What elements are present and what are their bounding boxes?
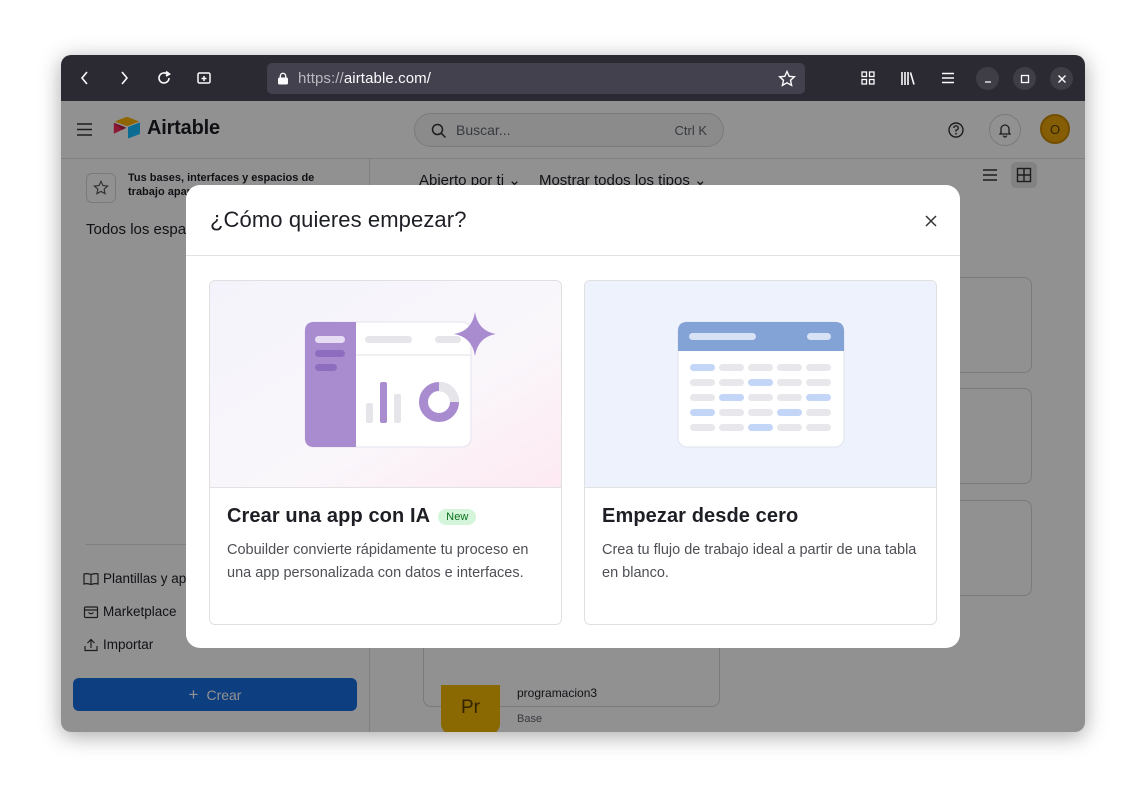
url-text: https://airtable.com/	[298, 70, 431, 87]
ai-app-illustration	[210, 281, 561, 488]
maximize-icon[interactable]	[1013, 67, 1036, 90]
option-divider	[210, 487, 561, 488]
option-title: Empezar desde cero	[602, 505, 799, 527]
close-icon[interactable]	[922, 212, 940, 230]
option-create-ai-app[interactable]: Crear una app con IA New Cobuilder convie…	[209, 280, 562, 625]
option-start-from-scratch[interactable]: Empezar desde cero Crea tu flujo de trab…	[584, 280, 937, 625]
option-title: Crear una app con IA New	[227, 505, 477, 528]
minimize-icon[interactable]	[976, 67, 999, 90]
blank-table-illustration	[585, 281, 936, 488]
browser-window: https://airtable.com/ Airtable Buscar...…	[61, 55, 1085, 732]
option-description: Crea tu flujo de trabajo ideal a partir …	[602, 542, 917, 581]
browser-toolbar: https://airtable.com/	[61, 55, 1085, 101]
menu-icon[interactable]	[936, 67, 960, 89]
bookmark-star-icon[interactable]	[778, 70, 796, 88]
airtable-app: Airtable Buscar... Ctrl K O Tus bases, i…	[61, 101, 1085, 732]
close-window-icon[interactable]	[1050, 67, 1073, 90]
option-description: Cobuilder convierte rápidamente tu proce…	[227, 542, 529, 581]
url-bar[interactable]: https://airtable.com/	[267, 63, 805, 94]
new-tab-icon[interactable]	[192, 67, 216, 89]
extensions-icon[interactable]	[856, 67, 880, 89]
option-divider	[585, 487, 936, 488]
reload-icon[interactable]	[152, 67, 176, 89]
new-badge: New	[438, 508, 477, 525]
modal-title: ¿Cómo quieres empezar?	[210, 207, 467, 232]
library-icon[interactable]	[896, 67, 920, 89]
lock-icon	[278, 72, 288, 85]
back-icon[interactable]	[73, 67, 97, 89]
forward-icon[interactable]	[112, 67, 136, 89]
modal-divider	[186, 255, 960, 256]
start-dialog: ¿Cómo quieres empezar? Crear una app con…	[186, 185, 960, 648]
